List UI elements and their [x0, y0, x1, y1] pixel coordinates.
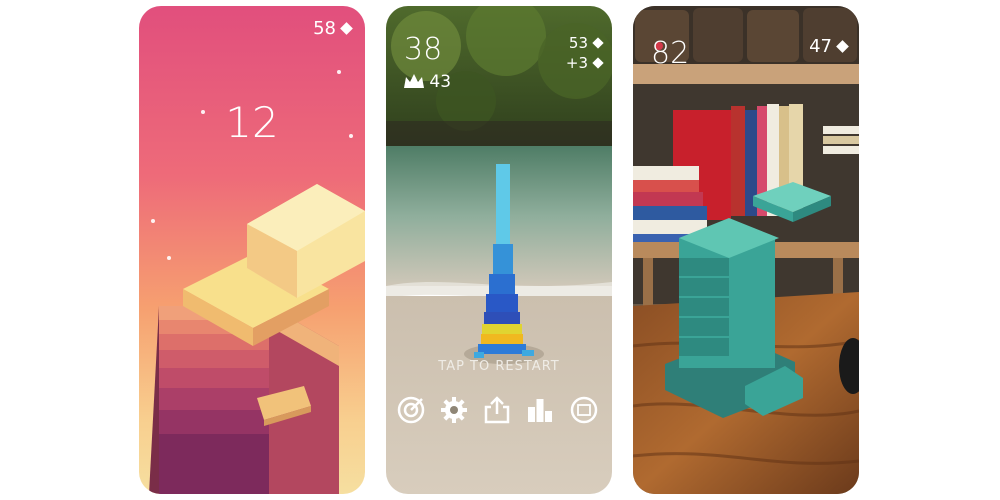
- game-screen-classic[interactable]: 58 12: [139, 6, 365, 494]
- gem-count: 53: [568, 34, 588, 52]
- game-screen-ar-beach[interactable]: 38 43 53 +3 TAP TO RESTART: [386, 6, 612, 494]
- tower-layer: [484, 312, 520, 324]
- tower-layer: [493, 244, 513, 274]
- tower-layer: [486, 294, 518, 312]
- best-value: 43: [429, 72, 452, 92]
- diamond-icon: [592, 57, 604, 69]
- gem-counter: 47: [809, 36, 849, 57]
- tower-layer: [482, 324, 522, 334]
- gem-counter: 53: [568, 34, 604, 52]
- diamond-icon: [592, 37, 604, 49]
- tower-layer: [159, 350, 269, 368]
- block-tower: [149, 184, 365, 494]
- tower-layer: [159, 368, 269, 388]
- shelf-scene: [633, 6, 859, 494]
- gear-icon[interactable]: [439, 395, 469, 425]
- gem-count: 47: [809, 36, 832, 57]
- book: [633, 206, 707, 220]
- tower-layer: [159, 434, 269, 494]
- score-label: 82: [651, 36, 690, 71]
- diamond-icon: [836, 40, 849, 53]
- gem-gain-value: +3: [565, 54, 588, 72]
- game-screen-ar-shelf[interactable]: 82 47: [633, 6, 859, 494]
- gem-gain: +3: [565, 54, 604, 72]
- best-score: 43: [404, 72, 451, 92]
- tap-to-restart-prompt[interactable]: TAP TO RESTART: [386, 359, 612, 374]
- book: [633, 180, 699, 192]
- score-label: 38: [404, 32, 443, 67]
- book: [633, 192, 703, 206]
- target-icon[interactable]: [396, 395, 426, 425]
- tower-top: [496, 164, 510, 244]
- tower-layer: [159, 410, 269, 434]
- share-icon[interactable]: [482, 395, 512, 425]
- tower-layer: [481, 334, 523, 344]
- tower-layer: [489, 274, 515, 294]
- tower-layer: [159, 388, 269, 410]
- book: [633, 166, 699, 180]
- ar-mode-icon[interactable]: [569, 395, 599, 425]
- tower-layer: [478, 344, 526, 354]
- leaderboard-icon[interactable]: [525, 395, 555, 425]
- book: [731, 106, 745, 216]
- crown-icon: [404, 74, 424, 88]
